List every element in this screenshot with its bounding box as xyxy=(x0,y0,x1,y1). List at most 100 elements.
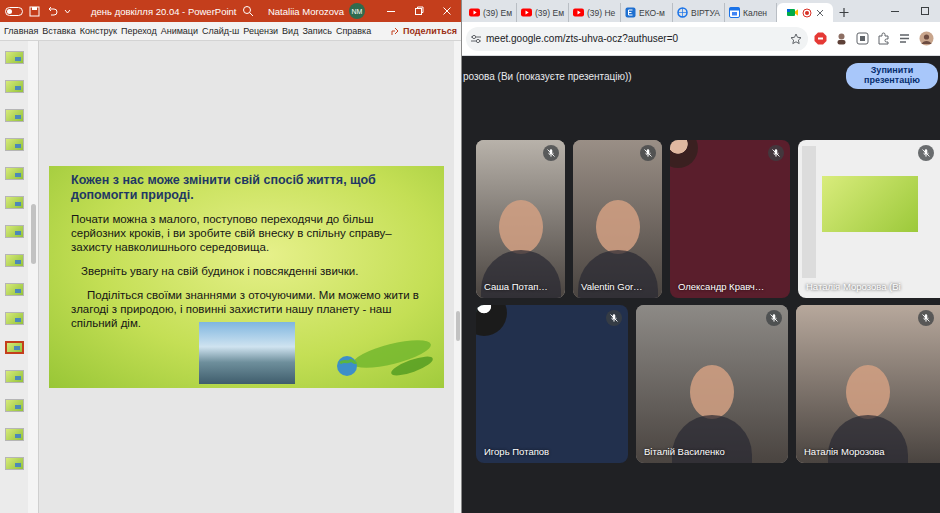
browser-tab[interactable]: (39) Ем xyxy=(517,3,569,22)
slide-thumbnail[interactable] xyxy=(5,399,24,412)
profile-icon-part-part xyxy=(922,41,932,44)
slide-thumbnail[interactable] xyxy=(5,283,24,296)
close-icon[interactable] xyxy=(433,0,461,22)
thumbnail-panel xyxy=(0,41,39,513)
slide-thumbnail[interactable] xyxy=(5,196,24,209)
restore-icon[interactable] xyxy=(405,0,433,22)
new-tab-icon[interactable] xyxy=(833,3,855,22)
participant-tile[interactable]: Наталія Морозова (Ві xyxy=(798,140,940,298)
browser-tab[interactable]: (39) Не xyxy=(569,3,621,22)
meet-icon-part xyxy=(787,7,798,18)
slide-thumbnail[interactable] xyxy=(5,254,24,267)
slide-thumbnail[interactable] xyxy=(5,109,24,122)
thumbnail-picture xyxy=(15,144,21,148)
bookmark-star-icon[interactable] xyxy=(790,33,802,45)
slide-thumbnail[interactable] xyxy=(5,225,24,238)
profile-icon[interactable] xyxy=(919,31,934,46)
slide-paragraph: Почати можна з малого, поступово переход… xyxy=(71,212,420,254)
extension-icon[interactable] xyxy=(835,32,848,45)
participant-tile[interactable]: Valentin Gor… xyxy=(573,140,662,298)
ribbon-tab[interactable]: Переход xyxy=(121,25,157,37)
slide-thumbnail[interactable] xyxy=(5,51,24,64)
slide-thumbnail[interactable] xyxy=(5,80,24,93)
stop-presenting-button[interactable]: Зупинити презентацію xyxy=(846,63,938,89)
recording-icon-part xyxy=(802,8,812,18)
ribbon-tabs: Главная Вставка Конструк Переход Анимаци Слай… xyxy=(0,22,461,41)
maximize-icon[interactable] xyxy=(910,0,940,22)
globe-icon-part xyxy=(677,7,688,18)
user-account[interactable]: Nataliia MorozovaNM xyxy=(268,3,365,19)
site-settings-icon-part-part xyxy=(476,39,479,42)
site-settings-icon[interactable] xyxy=(470,33,482,45)
slide-thumbnail[interactable] xyxy=(5,167,24,180)
ribbon-tab[interactable]: Главная xyxy=(4,25,38,37)
participant-tile[interactable]: Олександр Кравч… xyxy=(670,140,790,298)
youtube-icon xyxy=(521,7,532,18)
thumbnail-picture xyxy=(15,173,21,177)
extension-icon[interactable] xyxy=(856,32,869,45)
slide-thumbnail[interactable] xyxy=(5,370,24,383)
reading-list-icon[interactable] xyxy=(898,32,911,45)
youtube-icon-part-part xyxy=(573,9,584,17)
tab-label: (39) Ем xyxy=(535,8,564,18)
youtube-icon-part-part xyxy=(578,11,581,15)
puzzle-icon[interactable] xyxy=(877,32,890,45)
browser-tab[interactable] xyxy=(777,3,833,22)
browser-tab[interactable]: Кален xyxy=(725,3,777,22)
youtube-icon-part xyxy=(573,7,584,18)
slide-scrollbar[interactable] xyxy=(454,41,461,513)
thumbnail-scrollbar[interactable] xyxy=(28,41,38,513)
mic-off-icon-part-part xyxy=(611,315,618,322)
minimize-icon[interactable] xyxy=(377,0,405,22)
save-icon[interactable] xyxy=(29,6,40,17)
url-text[interactable]: meet.google.com/zts-uhva-ocz?authuser=0 xyxy=(486,33,786,44)
video-frame xyxy=(796,305,940,463)
share-button[interactable]: Поделиться xyxy=(390,26,457,36)
thumbnail-picture xyxy=(15,405,21,409)
shared-slide xyxy=(822,176,918,232)
maximize-icon-part-part xyxy=(922,8,929,15)
slide-thumbnail[interactable] xyxy=(5,457,24,470)
ribbon-tab[interactable]: Запись xyxy=(302,25,332,37)
leaf-icon-part-part xyxy=(389,353,434,378)
scroll-thumb[interactable] xyxy=(456,311,460,341)
slide-thumbnail[interactable] xyxy=(5,341,24,354)
slide-thumbnail[interactable] xyxy=(5,428,24,441)
participant-tile[interactable]: Наталія Морозова xyxy=(796,305,940,463)
ribbon-tab[interactable]: Анимаци xyxy=(161,25,198,37)
ribbon-tab[interactable]: Слайд-ш xyxy=(202,25,239,37)
minimize-icon[interactable] xyxy=(880,0,910,22)
extension-icon-part xyxy=(856,32,869,45)
title-bar: день довкілля 20.04 - PowerPointNataliia… xyxy=(0,0,461,22)
site-settings-icon-part xyxy=(470,33,482,45)
ribbon-tab[interactable]: Вставка xyxy=(42,25,75,37)
slide-thumbnail[interactable] xyxy=(5,312,24,325)
participant-tile[interactable]: Віталій Василенко xyxy=(636,305,788,463)
meet-icon-part-part xyxy=(795,9,798,15)
browser-tab[interactable]: ЕКО-м xyxy=(621,3,673,22)
scroll-thumb[interactable] xyxy=(31,204,36,264)
browser-tab[interactable]: (39) Ем xyxy=(465,3,517,22)
browser-tab[interactable]: ВІРТУА xyxy=(673,3,725,22)
dropdown-icon[interactable] xyxy=(64,6,71,16)
adblock-icon[interactable] xyxy=(814,32,827,45)
profile-icon-part xyxy=(919,31,934,46)
ribbon-tab[interactable]: Вид xyxy=(282,25,298,37)
participant-tile[interactable]: Игорь Потапов xyxy=(476,305,628,463)
participant-tile[interactable]: Саша Потап… xyxy=(476,140,565,298)
user-avatar[interactable]: NM xyxy=(349,3,365,19)
undo-icon[interactable] xyxy=(46,5,58,17)
participant-row: Саша Потап…Valentin Gor…Олександр Кравч…… xyxy=(462,140,940,298)
thumbnail-picture xyxy=(15,289,21,293)
search-icon[interactable] xyxy=(242,5,254,17)
ribbon-tab[interactable]: Рецензи xyxy=(243,25,278,37)
ribbon-tab[interactable]: Конструк xyxy=(80,25,117,37)
minimize-icon-part xyxy=(386,6,396,16)
url-field[interactable]: meet.google.com/zts-uhva-ocz?authuser=0 xyxy=(466,27,808,51)
slide-thumbnail[interactable] xyxy=(5,138,24,151)
close-tab-icon[interactable] xyxy=(816,9,824,17)
autosave-toggle[interactable] xyxy=(5,7,23,16)
ribbon-tab[interactable]: Справка xyxy=(336,25,371,37)
minimize-icon-part-part xyxy=(891,11,899,12)
mic-off-icon xyxy=(640,145,656,161)
